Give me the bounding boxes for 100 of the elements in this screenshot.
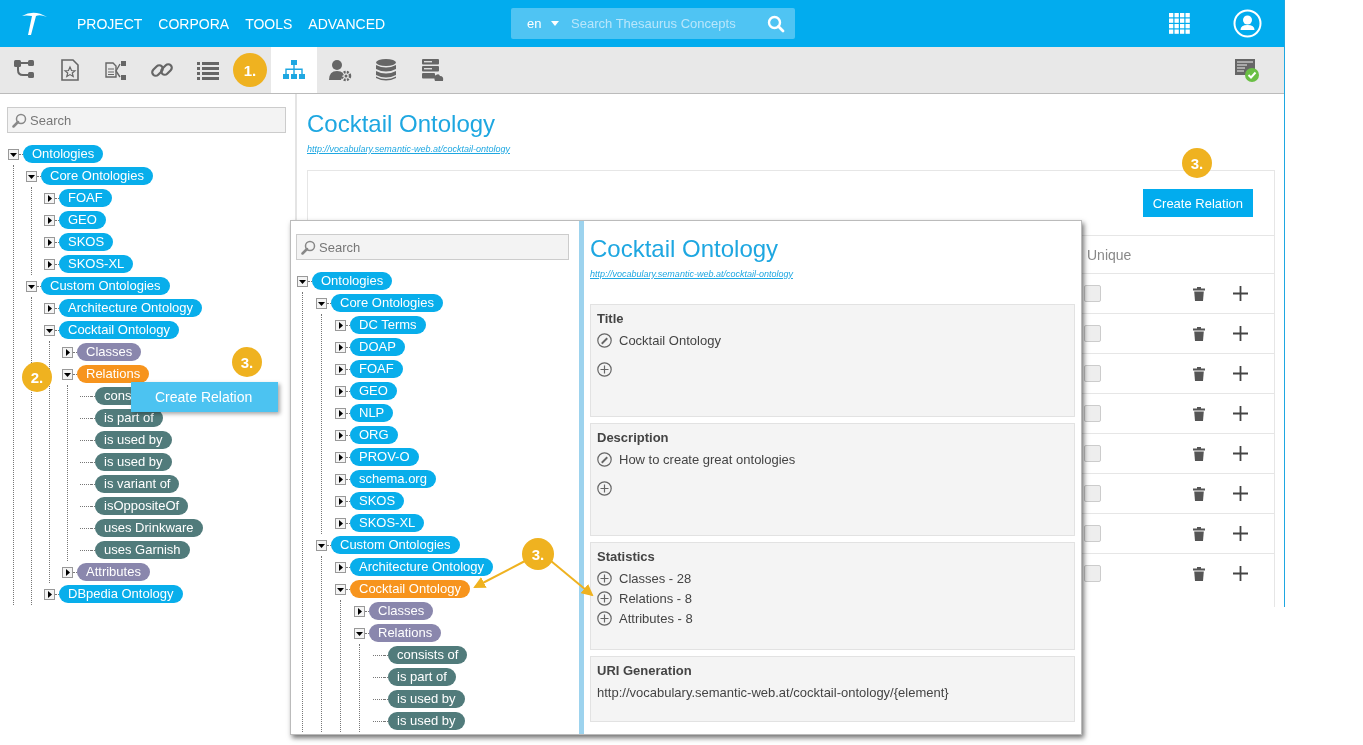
search-field[interactable]: en Search Thesaurus Concepts [511, 8, 796, 39]
expand-toggle[interactable] [335, 561, 346, 573]
checkbox[interactable] [1084, 285, 1101, 302]
expand-toggle[interactable] [62, 346, 73, 358]
trash-icon[interactable] [1193, 486, 1205, 501]
tree-node[interactable]: Architecture Ontology [350, 558, 493, 576]
tree-node[interactable]: Attributes [77, 563, 150, 581]
tree-node[interactable]: is variant of [95, 475, 180, 493]
trash-icon[interactable] [1193, 566, 1205, 581]
language-select[interactable]: en [527, 16, 548, 31]
tree-node[interactable]: SKOS [59, 233, 114, 251]
add-icon[interactable] [1233, 366, 1248, 381]
expand-toggle[interactable] [335, 517, 346, 529]
collapse-toggle[interactable] [297, 275, 308, 287]
expand-toggle[interactable] [335, 451, 346, 463]
tree-node[interactable]: DC Terms [350, 316, 426, 334]
tree-node[interactable]: PROV-O [350, 448, 419, 466]
expand-toggle[interactable] [335, 341, 346, 353]
expand-toggle[interactable] [44, 236, 55, 248]
trash-icon[interactable] [1193, 366, 1205, 381]
nav-menu-item[interactable]: CORPORA [150, 15, 238, 32]
tree-node[interactable]: SKOS-XL [59, 255, 134, 273]
checkbox[interactable] [1084, 445, 1101, 462]
add-icon[interactable] [597, 481, 612, 496]
tree-node[interactable]: Core Ontologies [41, 167, 153, 185]
tree-node[interactable]: is used by [388, 712, 465, 730]
tree-node[interactable]: is used by [95, 453, 172, 471]
tree-node[interactable]: Classes [77, 343, 142, 361]
add-icon[interactable] [1233, 526, 1248, 541]
expand-toggle[interactable] [44, 258, 55, 270]
tree-node[interactable]: DOAP [350, 338, 405, 356]
expand-toggle[interactable] [335, 407, 346, 419]
tree-node[interactable]: Cocktail Ontology [59, 321, 179, 339]
edit-icon[interactable] [597, 452, 612, 467]
add-icon[interactable] [1233, 566, 1248, 581]
trash-icon[interactable] [1193, 526, 1205, 541]
add-icon[interactable] [1233, 406, 1248, 421]
tree-node[interactable]: is part of [95, 409, 163, 427]
tree-node[interactable]: is part of [388, 668, 456, 686]
trash-icon[interactable] [1193, 446, 1205, 461]
add-icon[interactable] [597, 611, 612, 626]
sitemap-icon[interactable] [282, 58, 306, 82]
add-icon[interactable] [597, 571, 612, 586]
expand-toggle[interactable] [44, 214, 55, 226]
tree-node[interactable]: SKOS-XL [350, 514, 425, 532]
expand-toggle[interactable] [335, 319, 346, 331]
collapse-toggle[interactable] [335, 583, 346, 595]
user-avatar-icon[interactable] [1233, 9, 1262, 38]
expand-toggle[interactable] [62, 566, 73, 578]
tree-node[interactable]: Relations [77, 365, 150, 383]
checkbox[interactable] [1084, 325, 1101, 342]
collapse-toggle[interactable] [354, 627, 365, 639]
tree-node[interactable]: Core Ontologies [331, 294, 443, 312]
tree-node[interactable]: Custom Ontologies [41, 277, 170, 295]
create-relation-button[interactable]: Create Relation [1142, 189, 1253, 217]
tree-node[interactable]: Cocktail Ontology [350, 580, 470, 598]
collapse-toggle[interactable] [316, 539, 327, 551]
tree-node[interactable]: is used by [95, 431, 172, 449]
add-icon[interactable] [597, 362, 612, 377]
tree-node[interactable]: Relations [369, 624, 442, 642]
collapse-toggle[interactable] [8, 148, 19, 160]
expand-toggle[interactable] [44, 588, 55, 600]
tree-node[interactable]: NLP [350, 404, 394, 422]
checkbox[interactable] [1084, 525, 1101, 542]
uri-link[interactable]: http://vocabulary.semantic-web.at/cocktail-ontology [307, 144, 510, 154]
tree-node[interactable]: FOAF [59, 189, 112, 207]
tree-node[interactable]: Ontologies [23, 145, 104, 163]
tree-node[interactable]: schema.org [350, 470, 436, 488]
expand-toggle[interactable] [44, 302, 55, 314]
nav-menu-item[interactable]: ADVANCED [300, 15, 394, 32]
nav-menu-item[interactable]: PROJECT [69, 15, 151, 32]
starred-document-icon[interactable] [58, 58, 82, 82]
add-icon[interactable] [1233, 286, 1248, 301]
document-check-icon[interactable] [1234, 57, 1260, 83]
search-field[interactable]: Search [7, 107, 286, 133]
collapse-toggle[interactable] [316, 297, 327, 309]
tree-node[interactable]: GEO [59, 211, 106, 229]
apps-grid-icon[interactable] [1169, 13, 1190, 34]
expand-toggle[interactable] [335, 385, 346, 397]
checkbox[interactable] [1084, 405, 1101, 422]
add-icon[interactable] [597, 591, 612, 606]
tree-node[interactable]: is used by [388, 690, 465, 708]
edit-icon[interactable] [597, 333, 612, 348]
tree-node[interactable]: uses Drinkware [95, 519, 203, 537]
tree-node[interactable]: isOppositeOf [95, 497, 189, 515]
tree-node[interactable]: DBpedia Ontology [59, 585, 183, 603]
collapse-toggle[interactable] [26, 280, 37, 292]
search-field[interactable]: Search [296, 234, 569, 260]
trash-icon[interactable] [1193, 286, 1205, 301]
trash-icon[interactable] [1193, 406, 1205, 421]
add-icon[interactable] [1233, 446, 1248, 461]
tree-node[interactable]: Custom Ontologies [331, 536, 460, 554]
tree-node[interactable]: uses Garnish [95, 541, 190, 559]
add-icon[interactable] [1233, 326, 1248, 341]
search-icon[interactable] [301, 239, 316, 255]
tree-node[interactable]: GEO [350, 382, 397, 400]
collapse-toggle[interactable] [44, 324, 55, 336]
tree-node[interactable]: Architecture Ontology [59, 299, 202, 317]
database-icon[interactable] [374, 58, 398, 82]
user-gear-icon[interactable] [328, 58, 352, 82]
